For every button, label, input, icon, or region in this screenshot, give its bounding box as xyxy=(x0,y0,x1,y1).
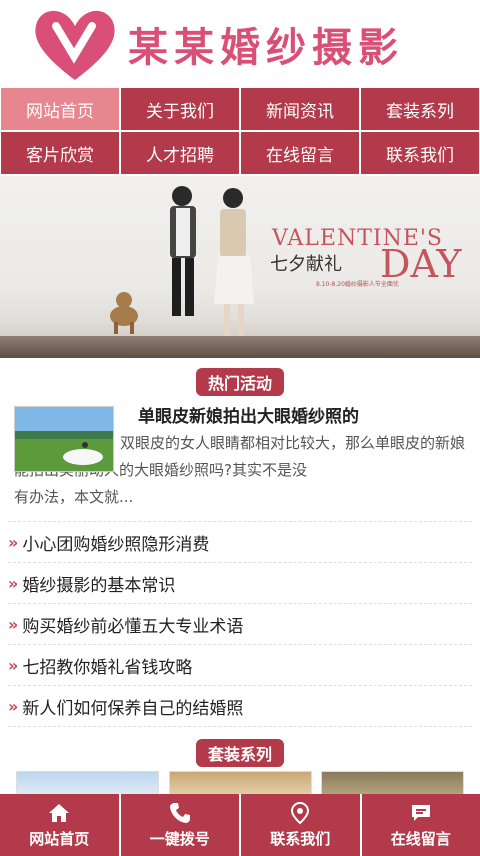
logo-icon[interactable] xyxy=(30,6,120,82)
featured-thumbnail[interactable] xyxy=(14,406,114,472)
nav-item-jobs[interactable]: 人才招聘 xyxy=(121,132,239,174)
featured-article[interactable]: 单眼皮新娘拍出大眼婚纱照的 双眼皮的女人眼睛都相对比较大，那么单眼皮的新娘能拍出… xyxy=(0,396,480,511)
banner-couple-illustration xyxy=(110,186,254,336)
nav-item-home[interactable]: 网站首页 xyxy=(1,88,119,130)
article-list: » 小心团购婚纱照隐形消费 » 婚纱摄影的基本常识 » 购买婚纱前必懂五大专业术语 »… xyxy=(8,521,472,727)
nav-item-contact[interactable]: 联系我们 xyxy=(361,132,479,174)
list-item[interactable]: » 婚纱摄影的基本常识 xyxy=(8,563,472,604)
banner-floor xyxy=(0,336,480,358)
packages-section-header: 套装系列 xyxy=(0,739,480,767)
bottom-contact-button[interactable]: 联系我们 xyxy=(241,794,360,856)
double-chevron-icon: » xyxy=(8,614,19,634)
packages-section-label: 套装系列 xyxy=(195,739,284,767)
hot-section-label: 热门活动 xyxy=(195,368,284,396)
location-icon xyxy=(291,801,310,825)
double-chevron-icon: » xyxy=(8,696,19,716)
header: 某某婚纱摄影 xyxy=(0,0,480,88)
nav-item-news[interactable]: 新闻资讯 xyxy=(241,88,359,130)
double-chevron-icon: » xyxy=(8,532,19,552)
home-icon xyxy=(49,804,70,822)
nav-item-message[interactable]: 在线留言 xyxy=(241,132,359,174)
hot-section-header: 热门活动 xyxy=(0,368,480,396)
nav-item-gallery[interactable]: 客片欣赏 xyxy=(1,132,119,174)
nav-item-about[interactable]: 关于我们 xyxy=(121,88,239,130)
double-chevron-icon: » xyxy=(8,655,19,675)
nav-item-packages[interactable]: 套装系列 xyxy=(361,88,479,130)
hero-banner[interactable]: VALENTINE'S 七夕献礼 DAY 8.10-8.20婚纱摄影人节全面优 xyxy=(0,176,480,358)
featured-description-more: 有办法，本文就... xyxy=(14,488,134,506)
bottom-message-button[interactable]: 在线留言 xyxy=(361,794,480,856)
list-item[interactable]: » 七招教你婚礼省钱攻略 xyxy=(8,645,472,686)
list-item[interactable]: » 小心团购婚纱照隐形消费 xyxy=(8,522,472,563)
double-chevron-icon: » xyxy=(8,573,19,593)
banner-chinese: 七夕献礼 xyxy=(270,254,342,274)
banner-small-text: 8.10-8.20婚纱摄影人节全面优 xyxy=(316,281,399,288)
bottom-home-button[interactable]: 网站首页 xyxy=(0,794,119,856)
featured-title[interactable]: 单眼皮新娘拍出大眼婚纱照的 xyxy=(138,404,466,430)
list-item[interactable]: » 新人们如何保养自己的结婚照 xyxy=(8,686,472,727)
bottom-bar: 网站首页 一键拨号 联系我们 在线留言 xyxy=(0,794,480,856)
message-icon xyxy=(411,805,430,821)
list-item[interactable]: » 购买婚纱前必懂五大专业术语 xyxy=(8,604,472,645)
logo-text: 某某婚纱摄影 xyxy=(128,24,404,71)
bottom-call-button[interactable]: 一键拨号 xyxy=(120,794,239,856)
main-nav: 网站首页 关于我们 新闻资讯 套装系列 客片欣赏 人才招聘 在线留言 联系我们 xyxy=(0,88,480,174)
phone-icon xyxy=(169,803,190,823)
